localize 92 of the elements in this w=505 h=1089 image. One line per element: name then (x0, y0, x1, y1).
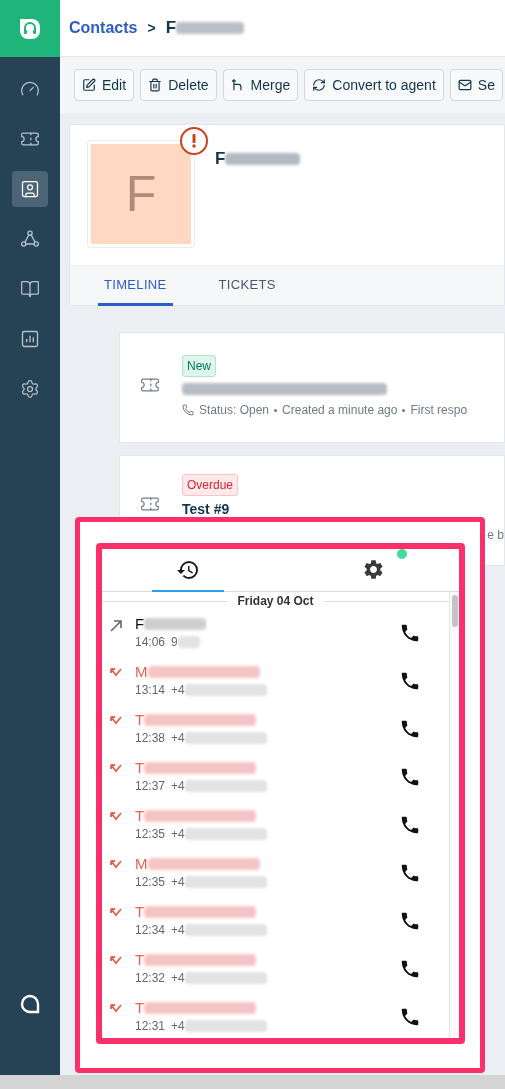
edit-icon (82, 78, 96, 92)
call-button[interactable] (399, 1006, 421, 1028)
ticket-meta: First respo (410, 402, 468, 419)
blurred-text (144, 618, 207, 630)
call-direction-icon (109, 955, 123, 967)
call-button[interactable] (399, 862, 421, 884)
toolbar-button[interactable]: Edit (74, 69, 135, 101)
chat-bubble-icon[interactable] (19, 993, 41, 1015)
dot-separator (402, 408, 406, 412)
call-time: 12:32 (135, 970, 166, 987)
call-button[interactable] (399, 670, 421, 692)
phone-icon (182, 404, 194, 416)
caller-number: +4 (171, 874, 185, 891)
call-row[interactable]: F 14:06 9 (102, 610, 449, 658)
sidebar-item[interactable] (12, 171, 48, 207)
caller-name: F (135, 613, 145, 634)
trash-icon (148, 78, 163, 92)
call-time: 12:35 (135, 874, 166, 891)
call-button[interactable] (399, 910, 421, 932)
call-row[interactable]: T 12:38 +4 (102, 706, 449, 754)
call-direction-icon (109, 667, 123, 679)
call-row[interactable]: T 12:35 +4 (102, 802, 449, 850)
caller-number: +4 (171, 730, 185, 747)
avatar: F (91, 144, 191, 244)
caller-name: T (135, 757, 145, 778)
caller-name: T (135, 901, 145, 922)
ticket-meta: e b (487, 527, 504, 544)
caller-number: +4 (171, 778, 185, 795)
merge-icon (230, 78, 245, 92)
call-direction-icon (109, 763, 123, 775)
caller-name: T (135, 997, 145, 1018)
refresh-icon (312, 78, 327, 92)
caller-name: M (135, 853, 148, 874)
call-direction-icon (109, 907, 123, 919)
caller-number: 9 (171, 634, 178, 651)
call-time: 12:35 (135, 826, 166, 843)
caller-number: +4 (171, 1018, 185, 1035)
status-badge: New (182, 355, 216, 377)
book-icon (20, 279, 40, 299)
contact-name: F (215, 148, 226, 171)
tab[interactable]: TIMELINE (98, 266, 173, 306)
call-time: 12:31 (135, 1018, 166, 1035)
blurred-text (177, 636, 200, 648)
settings-icon (20, 379, 40, 399)
call-button[interactable] (399, 766, 421, 788)
status-badge: Overdue (182, 474, 239, 496)
call-row[interactable]: T 12:32 +4 (102, 946, 449, 994)
call-row[interactable]: T 12:37 +4 (102, 754, 449, 802)
ticket-meta: Created a minute ago (282, 402, 398, 419)
toolbar-button[interactable]: Se (449, 69, 503, 101)
call-row[interactable]: T 12:31 +4 (102, 994, 449, 1038)
call-direction-icon (109, 811, 123, 823)
call-time: 14:06 (135, 634, 166, 651)
caller-number: +4 (171, 922, 185, 939)
mail-icon (457, 78, 472, 92)
contact-title: F (165, 17, 177, 40)
call-button[interactable] (399, 718, 421, 740)
dot-separator (274, 408, 278, 412)
call-direction-icon (109, 859, 123, 871)
breadcrumb-link[interactable]: Contacts (69, 16, 138, 40)
ticket-meta: Status: Open (199, 402, 270, 419)
call-direction-icon (109, 619, 123, 633)
breadcrumb-separator: > (147, 18, 156, 38)
network-icon (20, 229, 40, 249)
call-time: 12:38 (135, 730, 166, 747)
call-row[interactable]: M 13:14 +4 (102, 658, 449, 706)
call-row[interactable]: T 12:34 +4 (102, 898, 449, 946)
contact-icon (20, 179, 40, 199)
caller-name: T (135, 805, 145, 826)
blurred-text (176, 22, 245, 34)
call-time: 12:37 (135, 778, 166, 795)
chart-icon (20, 329, 40, 349)
ticket-title: Test #9 (182, 500, 230, 519)
caller-number: +4 (171, 826, 185, 843)
tab[interactable]: TICKETS (212, 266, 282, 306)
caller-name: T (135, 709, 145, 730)
date-header: Friday 04 Oct (237, 593, 314, 610)
call-direction-icon (109, 715, 123, 727)
caller-number: +4 (171, 970, 185, 987)
toolbar-button[interactable]: Delete (140, 69, 217, 101)
call-time: 13:14 (135, 682, 166, 699)
caller-number: +4 (171, 682, 185, 699)
call-button[interactable] (399, 958, 421, 980)
call-button[interactable] (399, 814, 421, 836)
call-time: 12:34 (135, 922, 166, 939)
caller-name: T (135, 949, 145, 970)
call-button[interactable] (399, 622, 421, 644)
caller-name: M (135, 661, 148, 682)
toolbar-button[interactable]: Convert to agent (304, 69, 444, 101)
call-direction-icon (109, 1003, 123, 1015)
toolbar-button[interactable]: Merge (222, 69, 299, 101)
call-row[interactable]: M 12:35 +4 (102, 850, 449, 898)
